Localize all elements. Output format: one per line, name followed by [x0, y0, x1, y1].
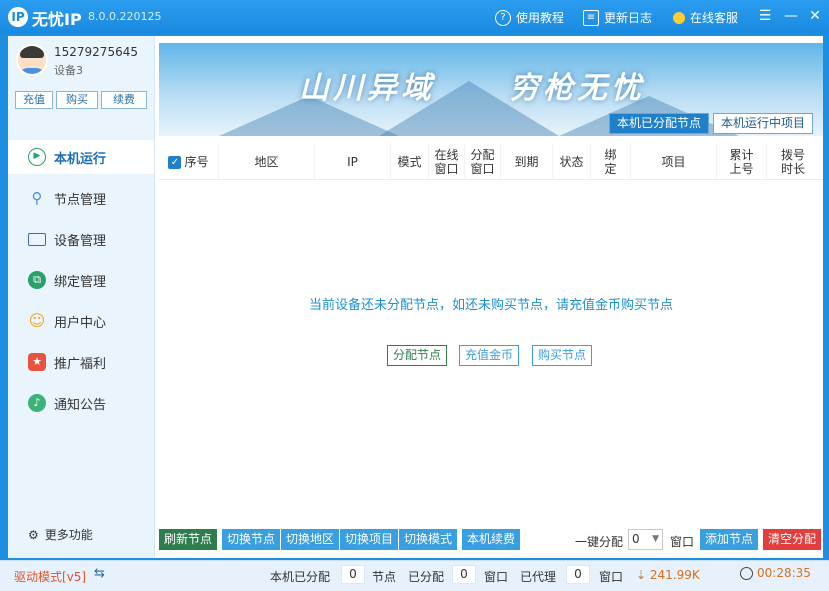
assigned-windows-value: 0 — [452, 565, 476, 584]
close-icon[interactable]: ✕ — [805, 6, 825, 26]
column-header-ip: IP — [315, 144, 391, 180]
window-unit-label: 窗口 — [599, 570, 624, 584]
minimize-icon[interactable]: — — [781, 6, 801, 26]
renew-button[interactable]: 续费 — [101, 91, 147, 109]
sidebar-item-label: 通知公告 — [54, 397, 107, 413]
switch-node-button[interactable]: 切换节点 — [222, 529, 280, 550]
switch-region-button[interactable]: 切换地区 — [281, 529, 339, 550]
banner-slogan-right: 穷枪无忧 — [509, 71, 645, 106]
more-functions-button[interactable]: ⚙ 更多功能 — [28, 526, 93, 543]
question-icon: ? — [495, 9, 511, 26]
laptop-icon — [28, 232, 46, 246]
column-header-project: 项目 — [631, 144, 717, 180]
allocated-nodes-value: 0 — [341, 565, 365, 584]
support-link[interactable]: 在线客服 — [673, 9, 738, 26]
tutorial-label: 使用教程 — [516, 11, 565, 25]
column-header-alloc-windows: 分配 窗口 — [465, 144, 501, 180]
play-circle-icon: ▶ — [28, 148, 46, 166]
sidebar-item-bind-mgmt[interactable]: ⧉ 绑定管理 — [8, 263, 154, 297]
user-phone: 15279275645 — [54, 45, 138, 59]
column-header-expiry: 到期 — [501, 144, 553, 180]
support-label: 在线客服 — [690, 11, 739, 25]
sidebar-item-node-mgmt[interactable]: ⚲ 节点管理 — [8, 181, 154, 215]
bell-icon: ♪ — [28, 394, 46, 412]
sidebar-item-local-run[interactable]: ▶ 本机运行 — [8, 140, 154, 174]
tab-running-projects[interactable]: 本机运行中项目 — [713, 113, 814, 134]
table-header: ✓ 序号 地区 IP 模式 在线 窗口 分配 窗口 到期 状态 绑 定 项目 累… — [159, 144, 823, 180]
column-header-index[interactable]: ✓ 序号 — [159, 144, 219, 180]
checkbox-icon[interactable]: ✓ — [168, 155, 182, 169]
column-header-bind: 绑 定 — [591, 144, 631, 180]
tutorial-link[interactable]: ? 使用教程 — [495, 9, 564, 26]
sidebar-item-promo[interactable]: ★ 推广福利 — [8, 345, 154, 379]
node-tree-icon: ⚲ — [31, 189, 43, 207]
bottom-action-bar: 刷新节点 切换节点 切换地区 切换项目 切换模式 本机续费 一键分配 0 ▼ 窗… — [159, 528, 823, 552]
changelog-label: 更新日志 — [604, 11, 653, 25]
switch-project-button[interactable]: 切换项目 — [340, 529, 398, 550]
column-header-region: 地区 — [219, 144, 315, 180]
local-renew-button[interactable]: 本机续费 — [462, 529, 520, 550]
sidebar-item-label: 绑定管理 — [54, 274, 107, 290]
chevron-down-icon: ▼ — [652, 534, 659, 544]
status-bar: 驱动模式[v5] ⇆ 本机已分配 0 节点 已分配 0 窗口 已代理 0 窗口 … — [0, 560, 829, 591]
sidebar-item-user-center[interactable]: ☺ 用户中心 — [8, 304, 154, 338]
gift-icon: ★ — [28, 353, 46, 371]
sidebar-item-label: 推广福利 — [54, 356, 107, 372]
assigned-label: 已分配 — [408, 570, 445, 584]
changelog-link[interactable]: ≡ 更新日志 — [583, 9, 652, 26]
column-header-dial-duration: 拨号 时长 — [780, 148, 805, 176]
nodes-unit-label: 节点 — [372, 570, 397, 584]
buy-nodes-button[interactable]: 购买节点 — [532, 345, 593, 366]
sidebar-item-device-mgmt[interactable]: 设备管理 — [8, 222, 154, 256]
download-speed: ⇣ 241.99K — [636, 568, 700, 582]
recharge-button[interactable]: 充值 — [15, 91, 53, 109]
clear-allocation-button[interactable]: 清空分配 — [763, 529, 821, 550]
swap-icon[interactable]: ⇆ — [94, 566, 105, 581]
refresh-nodes-button[interactable]: 刷新节点 — [159, 529, 217, 550]
sidebar-item-label: 用户中心 — [54, 315, 107, 331]
column-header-total-logins: 累计 上号 — [717, 144, 767, 180]
recharge-coins-button[interactable]: 充值金币 — [459, 345, 520, 366]
banner-slogan-left: 山川异域 — [299, 71, 435, 106]
sidebar-item-label: 设备管理 — [54, 233, 107, 249]
tab-allocated-nodes[interactable]: 本机已分配节点 — [609, 113, 710, 134]
session-timer: 00:28:35 — [740, 566, 811, 580]
sidebar-item-label: 本机运行 — [54, 151, 107, 167]
clock-icon — [740, 566, 753, 580]
app-version: 8.0.0.220125 — [88, 10, 162, 23]
column-header-online-windows: 在线 窗口 — [429, 144, 465, 180]
status-dot-icon — [673, 11, 685, 24]
onekey-allocate-select[interactable]: 0 ▼ — [628, 529, 663, 550]
document-icon: ≡ — [583, 9, 599, 26]
menu-icon[interactable]: ☰ — [755, 6, 775, 26]
empty-state-message: 当前设备还未分配节点，如还未购买节点，请充值金币购买节点 — [308, 298, 673, 313]
column-header-status: 状态 — [553, 144, 591, 180]
allocated-label: 本机已分配 — [270, 570, 331, 584]
user-device: 设备3 — [54, 64, 83, 77]
window-unit-label: 窗口 — [484, 570, 509, 584]
more-functions-label: 更多功能 — [44, 528, 93, 542]
title-bar: IP 无忧IP 8.0.0.220125 ? 使用教程 ≡ 更新日志 在线客服 … — [0, 0, 829, 34]
avatar — [16, 44, 48, 76]
proxy-windows-value: 0 — [566, 565, 590, 584]
user-icon: ☺ — [28, 311, 46, 330]
gear-icon: ⚙ — [28, 527, 39, 542]
onekey-unit-label: 窗口 — [670, 535, 695, 549]
sidebar-item-notice[interactable]: ♪ 通知公告 — [8, 386, 154, 420]
switch-mode-button[interactable]: 切换模式 — [399, 529, 457, 550]
sidebar-item-label: 节点管理 — [54, 192, 107, 208]
allocate-nodes-button[interactable]: 分配节点 — [387, 345, 448, 366]
sidebar: 15279275645 设备3 充值 购买 续费 ▶ 本机运行 ⚲ 节点管理 设… — [8, 36, 155, 558]
buy-button[interactable]: 购买 — [56, 91, 98, 109]
bind-icon: ⧉ — [28, 271, 46, 289]
app-logo-icon: IP — [8, 7, 28, 27]
proxy-label: 已代理 — [520, 570, 557, 584]
app-title: 无忧IP — [32, 10, 82, 29]
column-header-mode: 模式 — [391, 144, 429, 180]
download-arrow-icon: ⇣ — [636, 568, 647, 582]
add-node-button[interactable]: 添加节点 — [700, 529, 758, 550]
drive-mode-label: 驱动模式[v5] — [14, 570, 87, 584]
onekey-allocate-label: 一键分配 — [575, 535, 624, 549]
